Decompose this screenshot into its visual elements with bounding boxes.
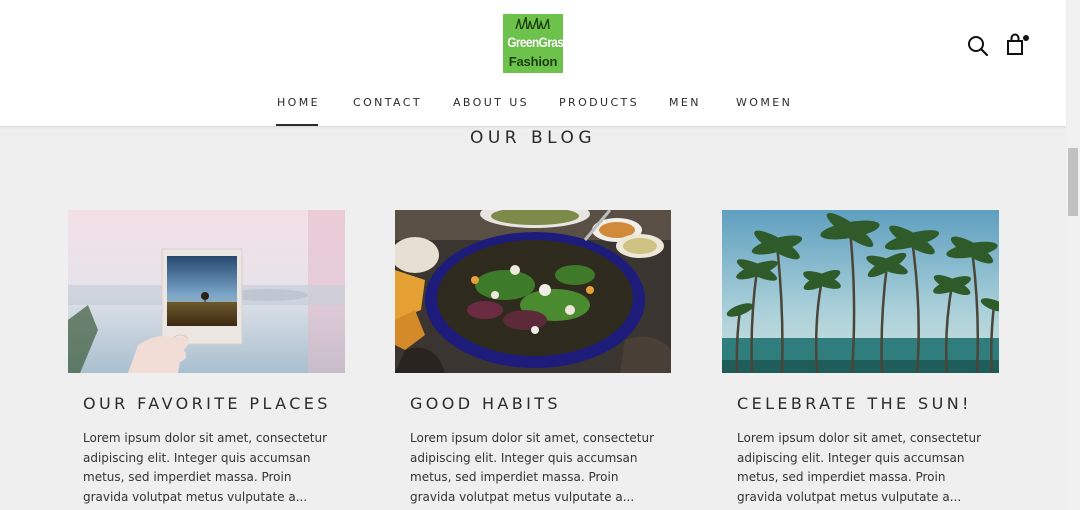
shopping-bag-icon (1007, 33, 1029, 55)
section-title: OUR BLOG (469, 128, 597, 148)
nav-item-home[interactable]: HOME (277, 96, 320, 109)
palm-trees-image (722, 210, 999, 373)
main-nav: HOME CONTACT ABOUT US PRODUCTS MEN WOMEN (0, 92, 1066, 126)
grass-icon (515, 17, 550, 29)
blog-post-image-polaroid[interactable] (68, 210, 345, 373)
nav-item-products[interactable]: PRODUCTS (559, 96, 639, 109)
nav-item-women[interactable]: WOMEN (736, 96, 792, 109)
nav-item-contact[interactable]: CONTACT (353, 96, 422, 109)
cart-button[interactable] (1005, 32, 1031, 58)
blog-post-excerpt-2: Lorem ipsum dolor sit amet, consectetur … (410, 431, 655, 504)
blog-post-title-3[interactable]: CELEBRATE THE SUN! (737, 394, 972, 413)
polaroid-photo-image (68, 210, 345, 373)
site-logo[interactable]: GreenGrass Fashion (503, 14, 563, 73)
page-scrollbar[interactable] (1066, 0, 1080, 510)
logo-text-line1: GreenGrass (507, 34, 563, 50)
blog-post-excerpt-1: Lorem ipsum dolor sit amet, consectetur … (83, 431, 328, 504)
scrollbar-thumb[interactable] (1068, 148, 1078, 216)
blog-post-excerpt-3: Lorem ipsum dolor sit amet, consectetur … (737, 431, 982, 504)
search-button[interactable] (966, 34, 990, 58)
page: GreenGrass Fashion HOME CONTACT ABOUT US… (0, 0, 1080, 510)
cart-indicator-dot (1023, 35, 1029, 41)
search-icon (968, 36, 989, 57)
salad-bowl-image (395, 210, 671, 373)
logo-text-line2: Fashion (508, 54, 558, 69)
blog-post-image-palms[interactable] (722, 210, 999, 373)
blog-post-image-salad[interactable] (395, 210, 672, 373)
nav-item-men[interactable]: MEN (669, 96, 701, 109)
nav-item-about-us[interactable]: ABOUT US (453, 96, 529, 109)
blog-post-title-1[interactable]: OUR FAVORITE PLACES (83, 394, 331, 413)
site-header: GreenGrass Fashion HOME CONTACT ABOUT US… (0, 0, 1066, 127)
nav-active-indicator (276, 124, 318, 126)
blog-post-title-2[interactable]: GOOD HABITS (410, 394, 561, 413)
